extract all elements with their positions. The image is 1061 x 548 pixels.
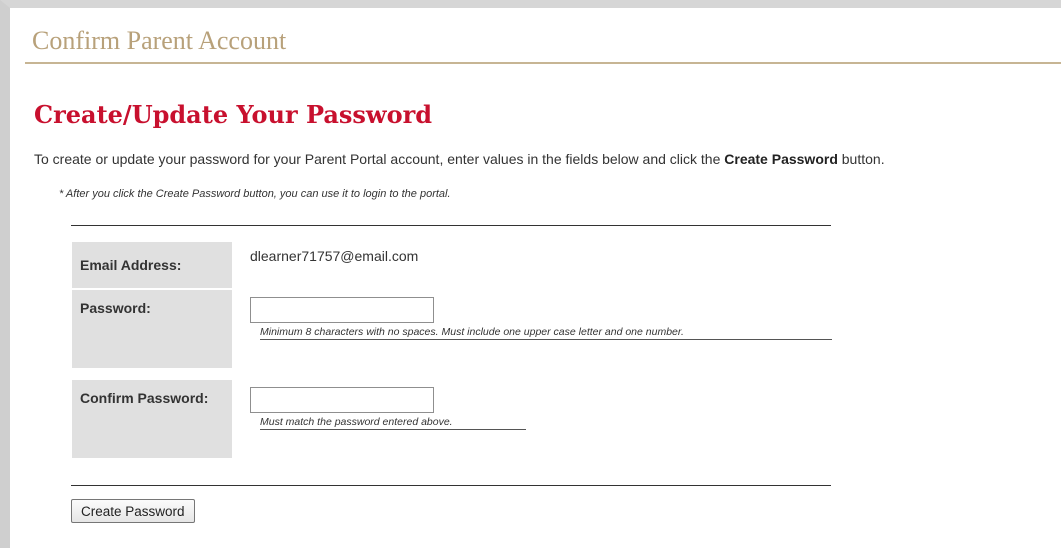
intro-text-bold: Create Password xyxy=(724,151,838,167)
confirm-password-hint: Must match the password entered above. xyxy=(260,416,526,430)
page-container: Confirm Parent Account Create/Update You… xyxy=(0,0,1061,548)
form-top-divider xyxy=(71,225,831,226)
password-field[interactable] xyxy=(250,297,434,323)
title-divider xyxy=(25,62,1061,64)
email-label: Email Address: xyxy=(72,242,232,288)
email-value: dlearner71757@email.com xyxy=(250,248,419,264)
confirm-password-field[interactable] xyxy=(250,387,434,413)
create-password-button[interactable]: Create Password xyxy=(71,499,195,523)
page-title: Confirm Parent Account xyxy=(32,26,287,55)
intro-text: To create or update your password for yo… xyxy=(34,151,885,167)
section-heading: Create/Update Your Password xyxy=(34,100,433,129)
form-bottom-divider xyxy=(71,485,831,486)
confirm-password-label: Confirm Password: xyxy=(72,380,232,458)
password-hint: Minimum 8 characters with no spaces. Mus… xyxy=(260,326,832,340)
login-note: * After you click the Create Password bu… xyxy=(59,188,451,200)
intro-text-end: button. xyxy=(837,151,885,167)
intro-text-start: To create or update your password for yo… xyxy=(34,151,725,167)
password-label: Password: xyxy=(72,290,232,368)
